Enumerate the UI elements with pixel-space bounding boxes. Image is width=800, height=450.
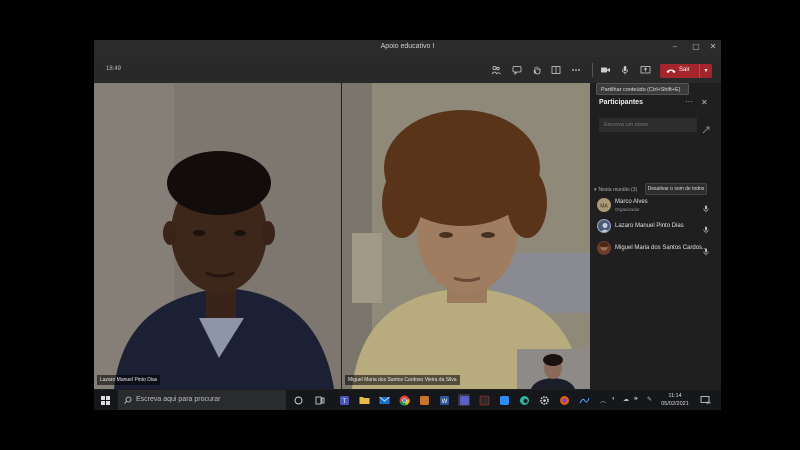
chat-icon[interactable]	[511, 64, 523, 76]
tray-expand-chevron-icon[interactable]: ︿	[600, 396, 606, 405]
video-tile-miguel[interactable]: Miguel Maria dos Santos Cardoso Vieira d…	[342, 83, 590, 389]
video-name-label: Lazaro Manuel Pinto Dias	[97, 375, 161, 385]
leave-button[interactable]: Sair ▾	[660, 64, 712, 78]
teams-window: Apoio educativo I – ▢ ✕ 18:49 Sair ▾ Laz…	[94, 40, 721, 410]
video-name-label: Miguel Maria dos Santos Cardoso Vieira d…	[345, 375, 460, 385]
firefox-icon[interactable]	[558, 394, 570, 406]
participants-icon[interactable]	[490, 64, 502, 76]
file-explorer-icon[interactable]	[358, 394, 370, 406]
participant-video-feed	[94, 83, 341, 389]
participants-panel: Participantes ··· ✕ ▾Nesta reunião (3) D…	[590, 83, 721, 389]
zoom-icon[interactable]	[498, 394, 510, 406]
onedrive-icon[interactable]: ☁	[623, 396, 629, 403]
participant-name: Marco Alves	[615, 199, 648, 205]
self-video-feed	[517, 349, 589, 389]
phone-hangup-icon	[666, 69, 676, 73]
meeting-time: 18:49	[106, 66, 122, 72]
microphone-icon[interactable]	[619, 64, 631, 76]
participant-name: Miguel Maria dos Santos Cardos...	[615, 245, 708, 251]
clock-date: 05/02/2021	[661, 401, 689, 407]
taskbar-search-placeholder: Escreva aqui para procurar	[136, 396, 221, 403]
taskbar-clock[interactable]: 11:14 05/02/2021	[660, 392, 690, 408]
pen-icon[interactable]: ✎	[647, 396, 652, 403]
chevron-down-icon: ▾	[594, 187, 597, 193]
cortana-icon[interactable]	[292, 394, 304, 406]
microphone-icon	[703, 200, 709, 218]
task-view-icon[interactable]	[314, 394, 326, 406]
search-icon	[124, 396, 132, 404]
teams-active-taskbar-icon[interactable]	[458, 394, 470, 406]
section-label: Nesta reunião (3)	[598, 187, 638, 193]
avatar	[597, 219, 611, 233]
title-bar: Apoio educativo I – ▢ ✕	[94, 40, 721, 57]
share-invite-icon[interactable]	[702, 121, 710, 139]
mail-icon[interactable]	[378, 394, 390, 406]
clock-time: 11:14	[668, 393, 682, 399]
teams-taskbar-icon[interactable]: T	[338, 394, 350, 406]
participant-role: Organizador	[615, 207, 640, 212]
camera-icon[interactable]	[599, 64, 611, 76]
panel-title: Participantes	[599, 99, 643, 106]
chrome-icon[interactable]	[398, 394, 410, 406]
panel-close-icon[interactable]: ✕	[701, 98, 708, 107]
windows-start-icon[interactable]	[99, 394, 111, 406]
windows-taskbar: Escreva aqui para procurar T W ︿ ◐ ☁ 🕪 ✎…	[94, 390, 721, 410]
toolbar-divider	[592, 63, 593, 77]
maximize-button[interactable]: ▢	[690, 42, 702, 51]
notification-center-icon[interactable]: 10	[698, 394, 712, 406]
participant-row[interactable]: Miguel Maria dos Santos Cardos...	[597, 240, 715, 258]
meeting-toolbar: 18:49 Sair ▾	[94, 57, 721, 83]
panel-more-options-icon[interactable]: ···	[685, 97, 693, 106]
svg-text:T: T	[342, 399, 346, 405]
whiteboard-icon[interactable]	[578, 394, 590, 406]
raise-hand-icon[interactable]	[531, 64, 543, 76]
taskbar-search-box[interactable]: Escreva aqui para procurar	[118, 390, 286, 410]
in-meeting-section[interactable]: ▾ Nesta reunião (3)	[594, 187, 637, 193]
svg-text:W: W	[441, 399, 447, 405]
avatar: MA	[597, 198, 611, 212]
share-screen-icon[interactable]	[639, 64, 651, 76]
close-button[interactable]: ✕	[707, 42, 719, 51]
participant-video-feed	[342, 83, 590, 389]
breakout-rooms-icon[interactable]	[550, 64, 562, 76]
participant-search-input[interactable]	[599, 118, 697, 132]
video-tile-lazaro[interactable]: Lazaro Manuel Pinto Dias	[94, 83, 341, 389]
network-icon[interactable]: ◐	[612, 396, 616, 402]
participant-row[interactable]: Lazaro Manuel Pinto Dias	[597, 218, 715, 236]
microphone-icon	[703, 221, 709, 239]
avatar	[597, 241, 611, 255]
share-content-tooltip: Partilhar conteúdo (Ctrl+Shift+E)	[596, 83, 689, 95]
tv-app-icon[interactable]	[478, 394, 490, 406]
mute-all-button[interactable]: Desativar o som de todos	[645, 183, 707, 195]
participant-name: Lazaro Manuel Pinto Dias	[615, 223, 684, 229]
word-icon[interactable]: W	[438, 394, 450, 406]
edge-icon[interactable]	[518, 394, 530, 406]
notification-count: 10	[706, 400, 711, 405]
participant-row[interactable]: MA Marco Alves Organizador	[597, 197, 715, 215]
app-icon-orange[interactable]	[418, 394, 430, 406]
more-actions-icon[interactable]	[570, 64, 582, 76]
microphone-icon	[703, 243, 709, 261]
self-view-video[interactable]	[517, 349, 589, 389]
leave-label: Sair	[679, 67, 690, 73]
minimize-button[interactable]: –	[669, 42, 681, 51]
volume-icon[interactable]: 🕪	[634, 396, 638, 403]
leave-options-chevron-icon[interactable]: ▾	[699, 64, 712, 78]
settings-gear-icon[interactable]	[538, 394, 550, 406]
window-title: Apoio educativo I	[380, 43, 435, 50]
avatar-initials: MA	[600, 204, 608, 210]
